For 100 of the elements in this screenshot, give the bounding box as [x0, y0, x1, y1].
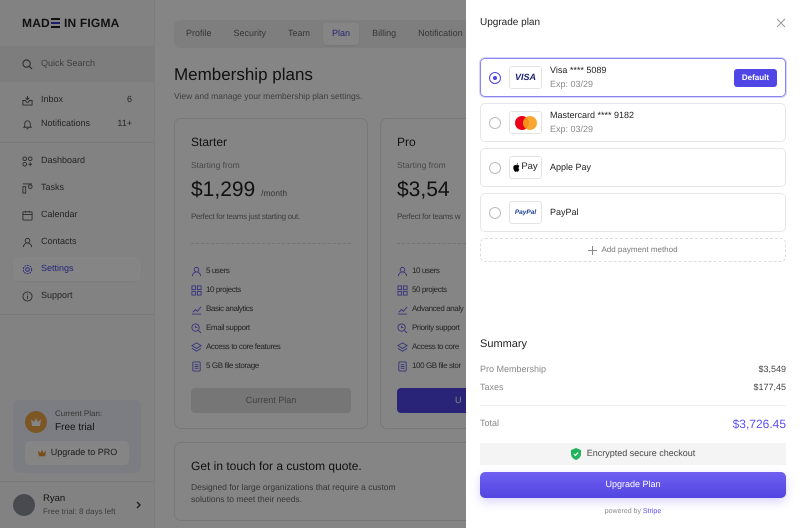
add-payment-button[interactable]: Add payment method — [480, 238, 786, 262]
plan-caption: Starting from — [191, 158, 240, 172]
sidebar-item[interactable]: Contacts — [13, 230, 141, 254]
default-badge: Default — [734, 68, 777, 86]
total-value: $3,726.45 — [732, 416, 786, 432]
plan-price: $1,299 — [191, 178, 256, 202]
gear-icon — [22, 264, 33, 274]
support-icon — [397, 322, 408, 334]
radio-button[interactable] — [489, 116, 501, 128]
payment-name: PayPal — [550, 206, 579, 219]
feature-text: 50 projects — [412, 284, 447, 296]
plan-price: $3,54 — [397, 178, 450, 202]
sidebar-item[interactable]: Notifications 11+ — [13, 112, 141, 136]
plan-name: Starter — [191, 134, 228, 151]
crown-icon — [25, 410, 47, 433]
feature-text: Basic analytics — [206, 303, 253, 316]
summary-label: Pro Membership — [480, 362, 546, 376]
crown-icon — [36, 449, 47, 457]
plan-name: Pro — [397, 134, 416, 151]
visa-logo: VISA — [509, 66, 542, 89]
feature-text: 10 projects — [206, 284, 241, 296]
sidebar-item[interactable]: Inbox 6 — [13, 88, 141, 112]
summary-title: Summary — [480, 337, 528, 352]
current-plan-button[interactable]: Current Plan — [191, 388, 351, 413]
count-label: 6 — [126, 93, 132, 106]
tab[interactable]: Profile — [177, 23, 221, 44]
brand-name: IN FIGMA — [64, 15, 120, 32]
upgrade-button[interactable]: Upgrade to PRO — [25, 441, 129, 465]
quote-text: Designed for large organizations that require a custom solutions to meet their needs. — [191, 480, 397, 506]
plan-caption: Current Plan: — [55, 408, 102, 420]
radio-button[interactable] — [489, 206, 501, 218]
apple-pay-logo: Pay — [509, 156, 542, 179]
storage-icon — [191, 360, 202, 372]
tab[interactable]: Billing — [363, 23, 406, 44]
upgrade-plan-button[interactable]: Upgrade Plan — [480, 472, 786, 498]
info-icon — [22, 290, 33, 302]
feature-text: Priority support — [412, 322, 460, 334]
dim-overlay[interactable] — [0, 0, 466, 528]
mastercard-logo — [509, 111, 542, 134]
summary-label: Taxes — [480, 380, 504, 394]
page-title: Membership plans — [174, 64, 313, 85]
sidebar-item[interactable]: Support — [13, 284, 141, 308]
inbox-icon — [22, 94, 33, 106]
close-icon[interactable] — [776, 18, 786, 28]
feature-text: Email support — [206, 322, 250, 334]
brand-name: MAD — [22, 15, 50, 32]
secure-text: Encrypted secure checkout — [586, 446, 696, 460]
storage-icon — [397, 360, 408, 372]
tasks-icon — [22, 182, 33, 194]
tab[interactable]: Plan — [323, 23, 360, 44]
shield-icon — [570, 448, 581, 460]
user-status: Free trial: 8 days left — [43, 506, 116, 518]
search-field[interactable]: Quick Search — [41, 57, 131, 71]
tab[interactable]: Security — [224, 23, 276, 44]
payment-option[interactable]: VISA Visa **** 5089 Exp: 03/29 Default — [480, 58, 786, 97]
payment-name: Mastercard **** 9182 — [550, 109, 634, 122]
total-label: Total — [480, 416, 500, 430]
payment-name: Apple Pay — [550, 160, 592, 174]
feature-text: Advanced analy — [412, 303, 464, 316]
expiry-date: Exp: 03/29 — [550, 122, 594, 136]
plan-description: Perfect for teams just starting out. — [191, 210, 300, 223]
plan-description: Perfect for teams w — [397, 210, 460, 223]
bell-icon — [22, 118, 33, 130]
panel-title: Upgrade plan — [480, 16, 540, 30]
page-subtitle: View and manage your membership plan settings. — [174, 90, 362, 103]
chevron-right-icon[interactable] — [136, 500, 141, 509]
feature-text: Access to core features — [206, 341, 280, 354]
feature-text: 10 users — [412, 265, 440, 278]
plan-caption: Starting from — [397, 158, 446, 172]
radio-button[interactable] — [489, 72, 501, 84]
radio-button[interactable] — [489, 162, 501, 174]
plan-name: Free trial — [55, 421, 96, 436]
avatar[interactable] — [13, 494, 35, 516]
layers-icon — [397, 342, 408, 353]
support-icon — [191, 322, 202, 334]
grid-icon — [191, 284, 202, 296]
logo-icon — [50, 18, 60, 28]
sidebar-item[interactable]: Calendar — [13, 203, 141, 227]
quote-title: Get in touch for a custom quote. — [191, 458, 362, 475]
user-name: Ryan — [43, 492, 66, 506]
sidebar-item[interactable]: Tasks — [13, 176, 141, 200]
person-icon — [191, 266, 202, 277]
payment-option[interactable]: Mastercard **** 9182 Exp: 03/29 — [480, 103, 786, 142]
person-icon — [397, 266, 408, 277]
grid-icon — [397, 284, 408, 296]
tab[interactable]: Team — [279, 23, 320, 44]
payment-option[interactable]: Pay Apple Pay — [480, 148, 786, 187]
feature-text: 5 users — [206, 265, 230, 278]
chart-icon — [191, 304, 202, 315]
plus-icon — [588, 246, 598, 254]
feature-text: 5 GB file storage — [206, 360, 259, 372]
payment-name: Visa **** 5089 — [550, 64, 606, 77]
feature-text: 100 GB file stor — [412, 360, 461, 372]
calendar-icon — [22, 210, 33, 220]
sidebar-item[interactable]: Settings — [13, 257, 141, 281]
price-period: /month — [261, 188, 288, 198]
chart-icon — [397, 304, 408, 315]
grid-icon — [22, 156, 33, 166]
expiry-date: Exp: 03/29 — [550, 78, 594, 91]
sidebar-item[interactable]: Dashboard — [13, 149, 141, 173]
